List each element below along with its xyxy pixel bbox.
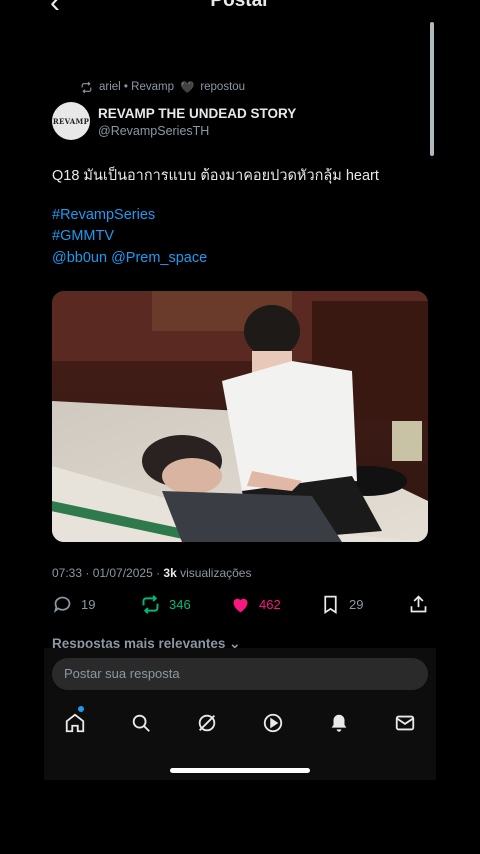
reply-input[interactable]: Postar sua resposta	[52, 658, 428, 690]
repost-icon	[81, 81, 92, 93]
repost-users: ariel • Revamp	[99, 81, 174, 93]
repost-count: 346	[169, 597, 191, 612]
page-title: Postar	[210, 0, 270, 11]
home-icon	[65, 713, 85, 733]
heart-filled-icon	[233, 598, 248, 613]
reply-count: 19	[81, 597, 96, 612]
views-count: 3k	[163, 566, 177, 580]
top-bar: ‹ Postar	[44, 0, 436, 22]
bookmark-icon	[324, 595, 337, 615]
share-button[interactable]	[408, 594, 429, 615]
post-meta: 07:33 · 01/07/2025 · 3k visualizações	[52, 566, 251, 580]
home-indicator[interactable]	[170, 768, 310, 773]
bottom-area: Postar sua resposta	[44, 648, 436, 780]
repost-suffix: repostou	[200, 81, 246, 93]
nav-messages[interactable]	[390, 708, 420, 738]
media-photo	[52, 291, 428, 542]
bottom-nav	[44, 706, 436, 738]
views-label: visualizações	[176, 566, 252, 580]
post-timestamp: 07:33 · 01/07/2025 ·	[52, 566, 164, 580]
bookmark-count: 29	[349, 597, 364, 612]
like-count: 462	[259, 597, 281, 612]
share-icon	[410, 595, 427, 613]
nav-video[interactable]	[258, 708, 288, 738]
repost-button[interactable]: 346	[140, 594, 191, 615]
tweet-text: Q18 มันเป็นอาการแบบ ต้องมาคอยปวดหัวกลุ้ม…	[52, 168, 379, 184]
nav-home[interactable]	[60, 706, 90, 738]
messages-icon	[395, 715, 415, 731]
reply-placeholder: Postar sua resposta	[64, 666, 180, 681]
notifications-icon	[331, 714, 347, 732]
notification-dot	[78, 706, 84, 712]
bookmark-button[interactable]: 29	[320, 594, 363, 615]
avatar-logo: REVAMP	[52, 116, 90, 126]
author-name[interactable]: REVAMP THE UNDEAD STORY	[98, 106, 296, 121]
heart-emoji-icon: 🖤	[179, 82, 195, 94]
scrollbar[interactable]	[430, 22, 434, 156]
author-handle[interactable]: @RevampSeriesTH	[98, 124, 209, 138]
action-bar: 19 346 462 29	[52, 594, 432, 618]
like-button[interactable]: 462	[230, 594, 281, 615]
repost-indicator[interactable]: ariel • Revamp 🖤 repostou	[80, 80, 245, 94]
grok-icon	[198, 714, 216, 732]
hashtag-link[interactable]: #RevampSeries	[52, 207, 155, 223]
hashtag-link[interactable]: #GMMTV	[52, 228, 114, 244]
nav-grok[interactable]	[192, 708, 222, 738]
nav-search[interactable]	[126, 708, 156, 738]
post-screen: ‹ Postar ariel • Revamp 🖤 repostou REVAM…	[44, 0, 436, 780]
mentions-link[interactable]: @bb0un @Prem_space	[52, 250, 207, 266]
reply-button[interactable]: 19	[52, 594, 95, 615]
reply-icon	[54, 596, 71, 614]
video-icon	[263, 713, 283, 733]
repost-icon	[142, 595, 159, 614]
nav-notifications[interactable]	[324, 708, 354, 738]
tweet-media-image[interactable]	[52, 291, 428, 542]
search-icon	[132, 714, 150, 732]
avatar[interactable]: REVAMP	[52, 102, 90, 140]
